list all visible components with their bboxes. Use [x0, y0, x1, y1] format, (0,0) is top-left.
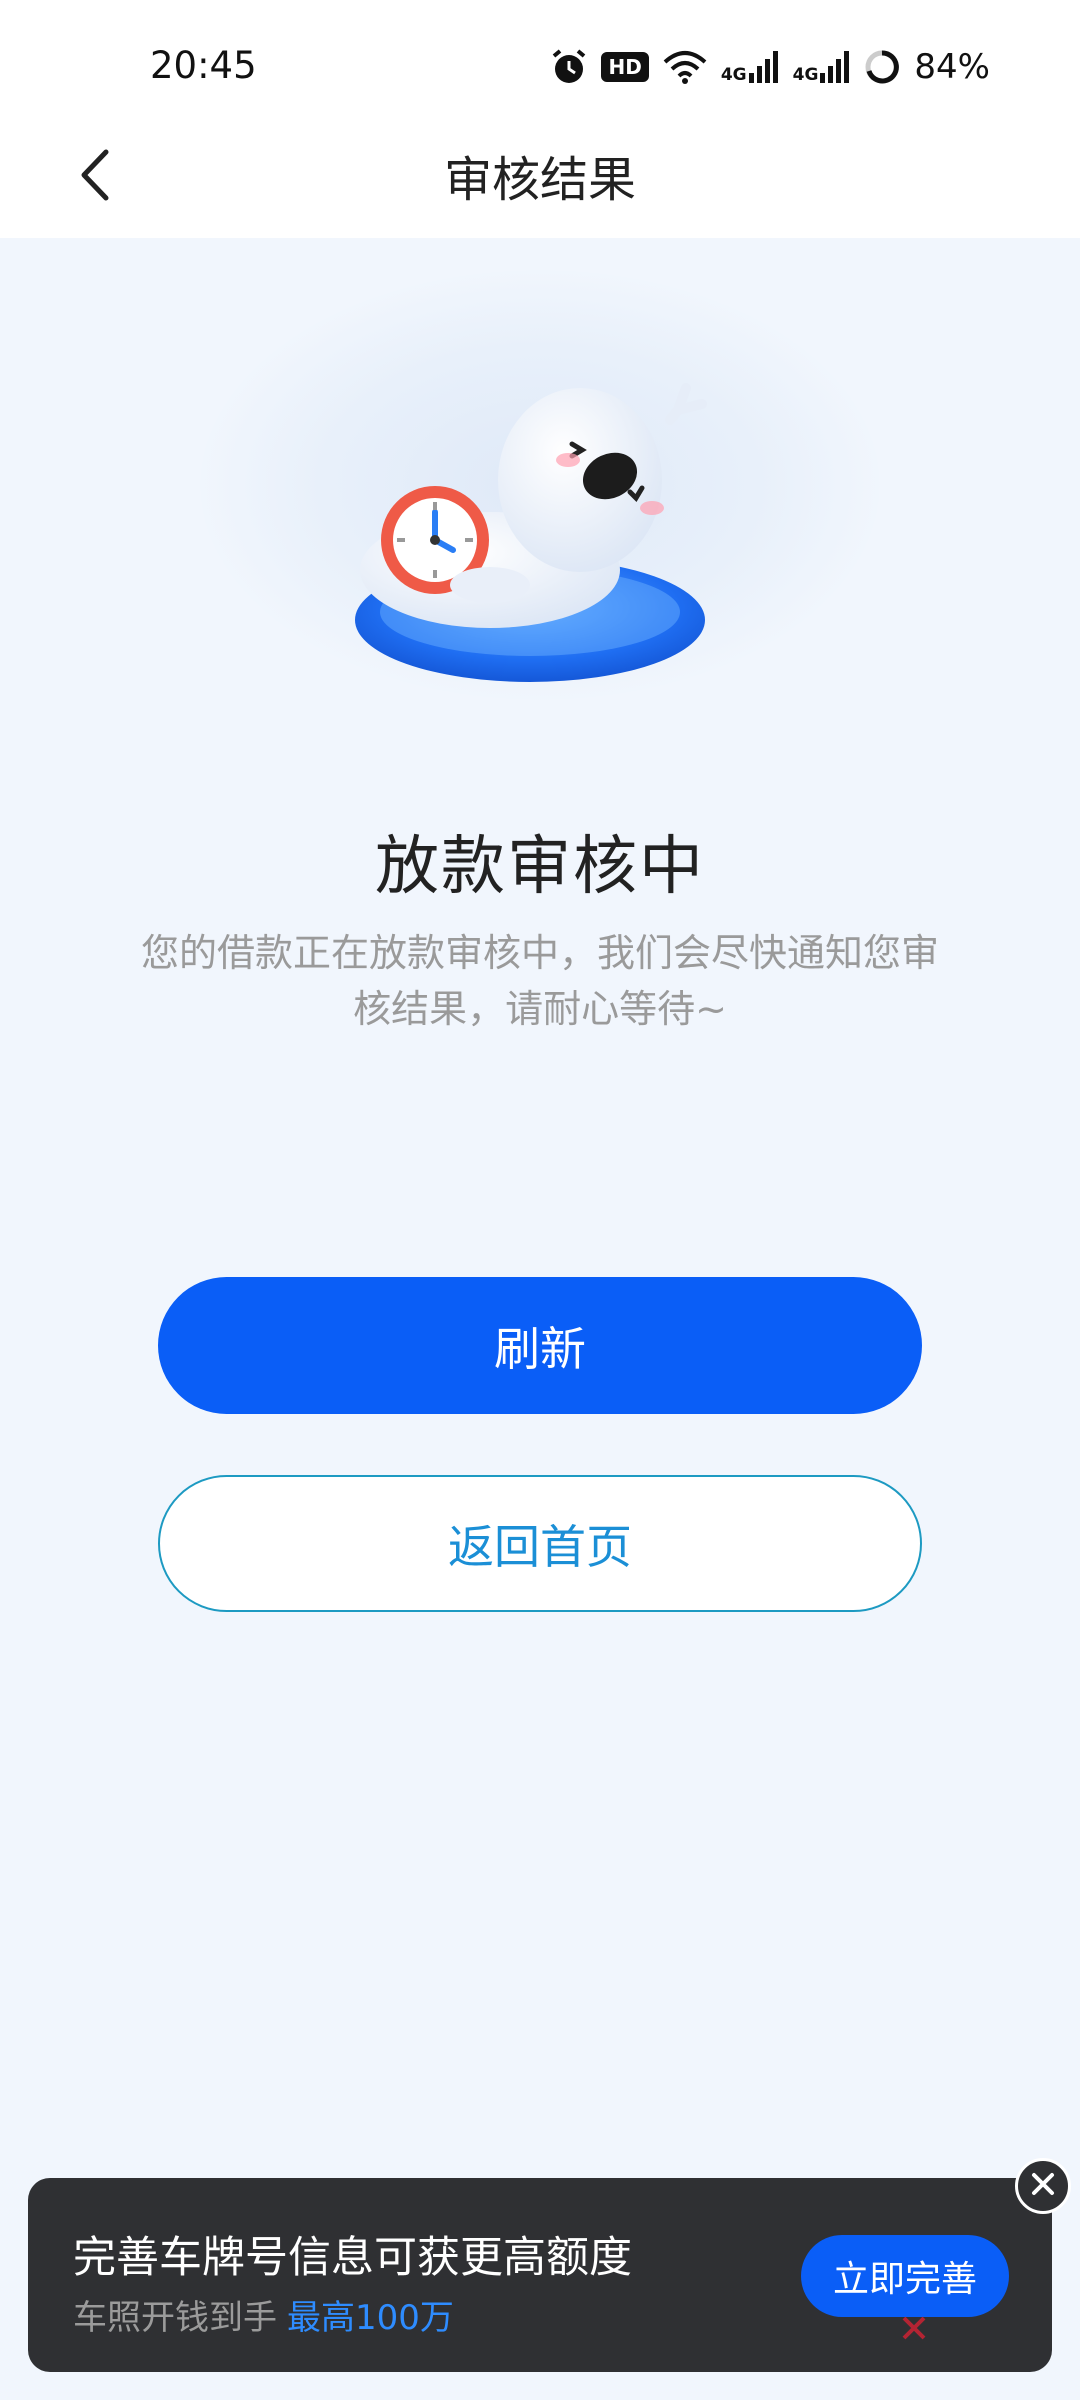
battery-level: 84%	[914, 47, 990, 87]
promo-banner[interactable]: 完善车牌号信息可获更高额度 车照开钱到手 最高100万 立即完善	[28, 2178, 1052, 2372]
promo-cta-button[interactable]: 立即完善	[801, 2235, 1009, 2317]
status-bar: 20:45 HD 4G 4G 84%	[0, 0, 1080, 120]
promo-highlight: 最高100万	[287, 2298, 454, 2338]
hero-illustration	[340, 380, 740, 710]
signal-icon: 4G	[721, 51, 779, 84]
promo-subtitle: 车照开钱到手 最高100万	[73, 2290, 454, 2339]
promo-subtitle-text: 车照开钱到手	[73, 2298, 277, 2338]
status-time: 20:45	[150, 44, 257, 87]
back-to-home-button[interactable]: 返回首页	[158, 1475, 922, 1612]
alarm-icon	[551, 48, 587, 86]
close-icon	[1030, 2171, 1056, 2201]
battery-ring-icon	[864, 49, 900, 85]
refresh-button[interactable]: 刷新	[158, 1277, 922, 1414]
page-title: 审核结果	[443, 152, 636, 208]
status-title: 放款审核中	[375, 830, 705, 904]
promo-close-button[interactable]	[1015, 2158, 1071, 2214]
hd-icon: HD	[601, 52, 649, 82]
watermark-icon	[902, 2316, 926, 2340]
wifi-icon	[663, 50, 707, 84]
status-description: 您的借款正在放款审核中，我们会尽快通知您审核结果，请耐心等待~	[140, 931, 939, 1031]
signal-icon: 4G	[793, 51, 851, 84]
nav-bar: 审核结果	[0, 120, 1080, 238]
status-icons: HD 4G 4G 84%	[551, 44, 990, 90]
promo-title: 完善车牌号信息可获更高额度	[73, 2233, 632, 2283]
watermark-logo	[900, 2308, 1030, 2348]
